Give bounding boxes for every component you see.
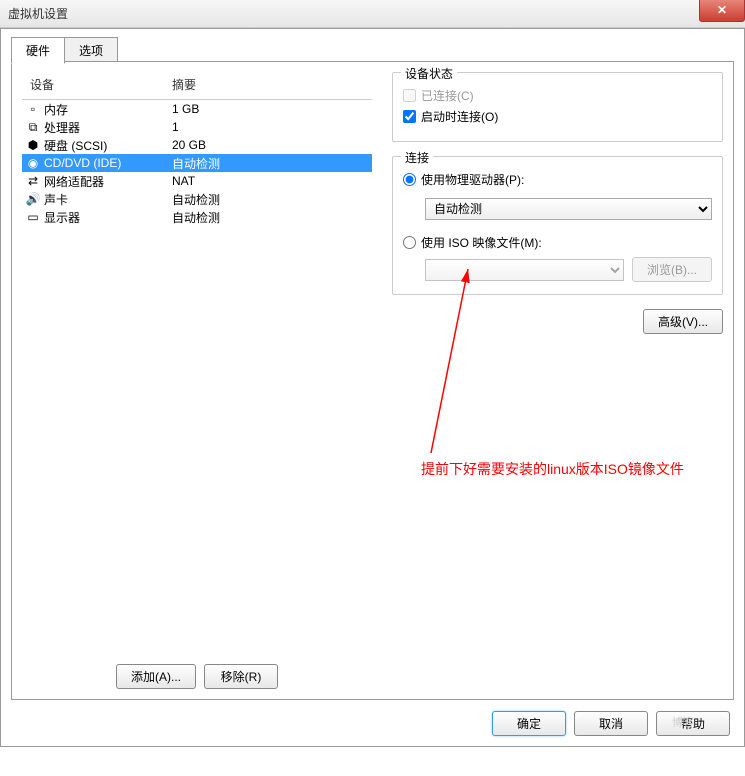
annotation-text: 提前下好需要安装的linux版本ISO镜像文件 — [421, 459, 684, 479]
cpu-icon: ⧉ — [26, 120, 40, 134]
header-summary[interactable]: 摘要 — [172, 76, 196, 93]
close-button[interactable]: ✕ — [699, 0, 745, 22]
advanced-button[interactable]: 高级(V)... — [643, 309, 723, 334]
connected-checkbox — [403, 89, 416, 102]
display-icon: ▭ — [26, 210, 40, 224]
hw-row-memory[interactable]: ▫内存 1 GB — [22, 100, 372, 118]
connection-group: 连接 使用物理驱动器(P): 自动检测 使用 ISO 映像文件(M): — [392, 156, 723, 295]
browse-button: 浏览(B)... — [632, 257, 712, 282]
hw-row-network[interactable]: ⇄网络适配器 NAT — [22, 172, 372, 190]
dialog-footer: 确定 取消 帮助 — [492, 711, 730, 736]
hw-row-cpu[interactable]: ⧉处理器 1 — [22, 118, 372, 136]
hardware-list-header: 设备 摘要 — [22, 72, 372, 100]
dialog-body: 硬件 选项 设备 摘要 ▫内存 1 GB ⧉处理器 1 — [0, 28, 745, 747]
header-device[interactable]: 设备 — [22, 76, 172, 93]
cancel-button[interactable]: 取消 — [574, 711, 648, 736]
physical-radio[interactable] — [403, 173, 416, 186]
watermark: 博客 — [672, 714, 694, 730]
iso-radio[interactable] — [403, 236, 416, 249]
remove-button[interactable]: 移除(R) — [204, 664, 278, 689]
cd-icon: ◉ — [26, 156, 40, 170]
physical-drive-select[interactable]: 自动检测 — [425, 198, 712, 220]
tab-options[interactable]: 选项 — [64, 37, 118, 64]
tab-strip: 硬件 选项 — [11, 37, 744, 64]
connect-poweron-label[interactable]: 启动时连接(O) — [421, 108, 498, 125]
connected-label: 已连接(C) — [421, 87, 474, 104]
device-status-group: 设备状态 已连接(C) 启动时连接(O) — [392, 72, 723, 142]
disk-icon: ⬢ — [26, 138, 40, 152]
device-settings: 设备状态 已连接(C) 启动时连接(O) 连接 使用物理驱动器(P): — [392, 72, 723, 689]
hw-row-cddvd[interactable]: ◉CD/DVD (IDE) 自动检测 — [22, 154, 372, 172]
connection-title: 连接 — [401, 149, 433, 166]
iso-label[interactable]: 使用 ISO 映像文件(M): — [421, 234, 542, 251]
connect-poweron-checkbox[interactable] — [403, 110, 416, 123]
hw-row-sound[interactable]: 🔊声卡 自动检测 — [22, 190, 372, 208]
network-icon: ⇄ — [26, 174, 40, 188]
physical-label[interactable]: 使用物理驱动器(P): — [421, 171, 524, 188]
hw-row-disk[interactable]: ⬢硬盘 (SCSI) 20 GB — [22, 136, 372, 154]
hardware-list: 设备 摘要 ▫内存 1 GB ⧉处理器 1 ⬢硬盘 (SCSI) 20 GB — [22, 72, 372, 689]
hw-row-display[interactable]: ▭显示器 自动检测 — [22, 208, 372, 226]
window-title: 虚拟机设置 — [8, 5, 68, 22]
tab-panel: 设备 摘要 ▫内存 1 GB ⧉处理器 1 ⬢硬盘 (SCSI) 20 GB — [11, 61, 734, 700]
iso-path-combo — [425, 259, 624, 281]
memory-icon: ▫ — [26, 102, 40, 116]
title-bar: 虚拟机设置 ✕ — [0, 0, 745, 28]
sound-icon: 🔊 — [26, 192, 40, 206]
device-status-title: 设备状态 — [401, 65, 457, 82]
ok-button[interactable]: 确定 — [492, 711, 566, 736]
tab-hardware[interactable]: 硬件 — [11, 37, 65, 64]
add-button[interactable]: 添加(A)... — [116, 664, 196, 689]
